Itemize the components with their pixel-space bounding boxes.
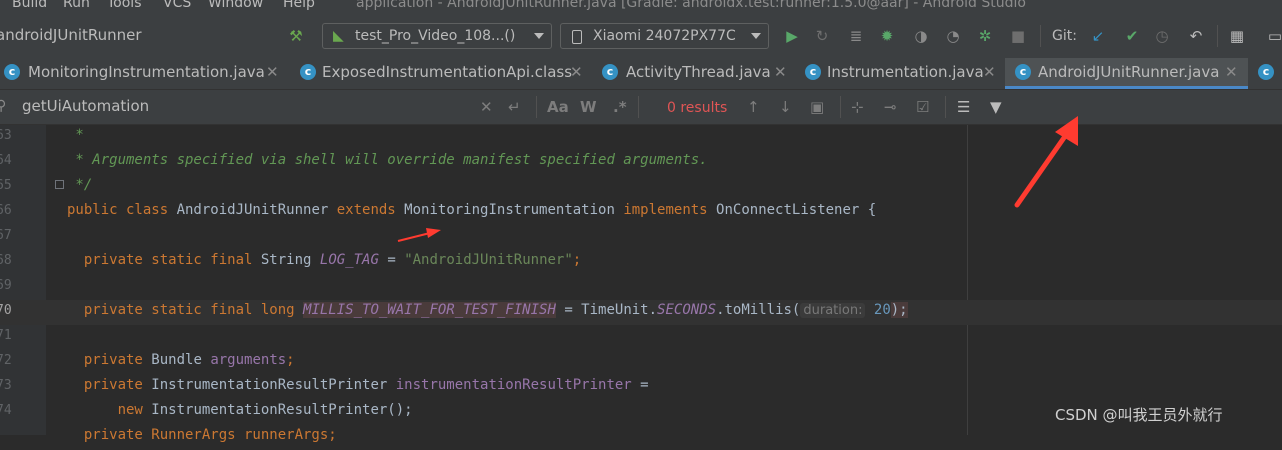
annotation-arrows [397,116,1078,242]
arrow-to-base-class [397,228,441,242]
csdn-watermark: CSDN @叫我王员外就行 [1055,406,1223,424]
arrow-to-active-tab [1014,116,1078,208]
